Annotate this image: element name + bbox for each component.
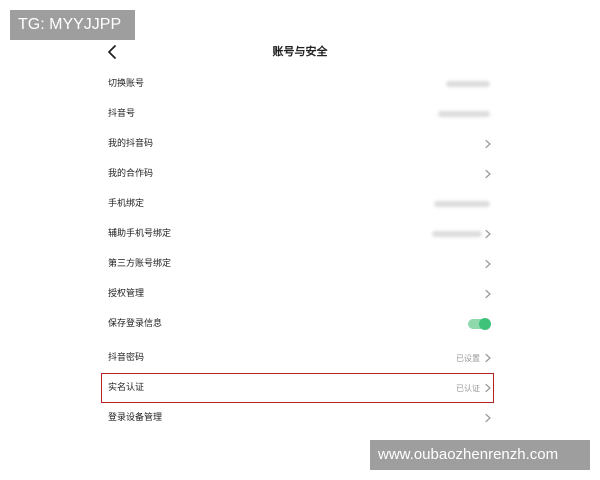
watermark-top-left: TG: MYYJJPP — [10, 10, 135, 40]
row-right — [446, 69, 492, 99]
row-backup-phone-binding[interactable]: 辅助手机号绑定 — [100, 219, 500, 249]
save-login-toggle[interactable] — [468, 318, 491, 330]
row-right — [484, 129, 492, 159]
chevron-right-icon — [485, 169, 491, 179]
row-my-cooperation-code[interactable]: 我的合作码 — [100, 159, 500, 189]
row-phone-binding[interactable]: 手机绑定 — [100, 189, 500, 219]
row-label: 我的抖音码 — [108, 139, 154, 149]
row-right — [484, 403, 492, 433]
page-title: 账号与安全 — [272, 45, 328, 58]
row-right — [468, 309, 492, 339]
row-right: 已认证 — [456, 373, 492, 403]
row-label: 手机绑定 — [108, 199, 145, 209]
row-my-douyin-code[interactable]: 我的抖音码 — [100, 129, 500, 159]
row-label: 实名认证 — [108, 383, 145, 393]
nav-bar: 账号与安全 — [100, 38, 500, 66]
blurred-value — [432, 231, 482, 237]
row-authorization-management[interactable]: 授权管理 — [100, 279, 500, 309]
row-third-party-binding[interactable]: 第三方账号绑定 — [100, 249, 500, 279]
chevron-right-icon — [485, 413, 491, 423]
row-switch-account[interactable]: 切换账号 — [100, 69, 500, 99]
row-douyin-id[interactable]: 抖音号 — [100, 99, 500, 129]
toggle-knob — [479, 318, 491, 330]
row-douyin-password[interactable]: 抖音密码 已设置 — [100, 343, 500, 373]
row-label: 辅助手机号绑定 — [108, 229, 172, 239]
chevron-right-icon — [485, 383, 491, 393]
row-label: 保存登录信息 — [108, 319, 163, 329]
blurred-value — [434, 201, 490, 207]
row-right — [432, 219, 492, 249]
row-label: 切换账号 — [108, 79, 145, 89]
chevron-right-icon — [485, 353, 491, 363]
chevron-right-icon — [485, 229, 491, 239]
row-login-device-management[interactable]: 登录设备管理 — [100, 403, 500, 433]
row-value: 已设置 — [456, 353, 480, 363]
blurred-value — [446, 81, 490, 87]
blurred-value — [438, 111, 490, 117]
chevron-right-icon — [485, 139, 491, 149]
row-label: 第三方账号绑定 — [108, 259, 172, 269]
row-save-login-info: 保存登录信息 — [100, 309, 500, 339]
chevron-right-icon — [485, 259, 491, 269]
account-security-screen: TG: MYYJJPP 账号与安全 切换账号 抖音号 我的抖音码 我的合作码 手… — [0, 0, 600, 480]
row-value: 已认证 — [456, 383, 480, 393]
settings-list: 切换账号 抖音号 我的抖音码 我的合作码 手机绑定 辅助手机号绑定 第三方账号绑… — [100, 69, 500, 433]
row-label: 抖音密码 — [108, 353, 145, 363]
chevron-right-icon — [485, 289, 491, 299]
row-real-name-verification[interactable]: 实名认证 已认证 — [100, 373, 500, 403]
row-label: 授权管理 — [108, 289, 145, 299]
row-right — [434, 189, 492, 219]
row-label: 抖音号 — [108, 109, 136, 119]
row-right — [438, 99, 492, 129]
row-label: 我的合作码 — [108, 169, 154, 179]
row-label: 登录设备管理 — [108, 413, 163, 423]
row-right — [484, 159, 492, 189]
row-right: 已设置 — [456, 343, 492, 373]
watermark-bottom-right: www.oubaozhenrenzh.com — [370, 440, 590, 470]
row-right — [484, 249, 492, 279]
row-right — [484, 279, 492, 309]
